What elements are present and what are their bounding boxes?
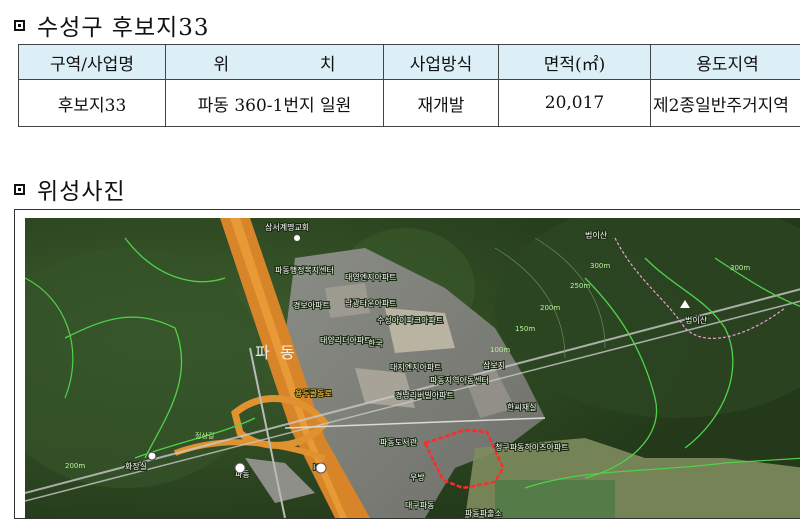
section-title-photo: 위성사진	[14, 172, 126, 206]
label-contour-150: 150m	[515, 325, 535, 333]
table-header-row: 구역/사업명 위 치 사업방식 면적(㎡) 용도지역	[19, 45, 800, 80]
cell-area: 20,017	[499, 80, 651, 127]
label-samboji: 삼보지	[483, 360, 505, 370]
cell-method: 재개발	[384, 80, 499, 127]
photo-title-text: 위성사진	[37, 172, 126, 206]
label-apt-gyeongbo: 경보아파트	[293, 300, 330, 310]
label-contour-200b: 200m	[65, 462, 85, 470]
label-apt-daegu: 대구파동	[405, 501, 434, 510]
satellite-photo-frame: 삼서계명교회 파동행정복지센터 태영엔지아파트 경보아파트 남광타운아파트 수성…	[14, 209, 800, 519]
label-church: 삼서계명교회	[265, 222, 309, 232]
label-apt-namgwang: 남광타운아파트	[345, 298, 397, 308]
label-contour-300: 300m	[590, 262, 610, 270]
label-jeongsangil: 정상길	[195, 431, 214, 440]
label-apt-taeyeong: 태영엔지아파트	[345, 272, 397, 282]
header-area: 면적(㎡)	[499, 45, 651, 80]
satellite-photo: 삼서계명교회 파동행정복지센터 태영엔지아파트 경보아파트 남광타운아파트 수성…	[25, 218, 800, 518]
section-title-info: 수성구 후보지33	[14, 8, 210, 42]
label-hansijesil: 한씨재실	[507, 402, 536, 412]
project-info-table: 구역/사업명 위 치 사업방식 면적(㎡) 용도지역 후보지33 파동 360-…	[18, 44, 800, 127]
label-apt-taeyang: 태양리더아파트	[320, 335, 372, 345]
interchange-marker-icon	[235, 463, 245, 473]
label-hwajangsil: 화장실	[125, 461, 147, 471]
square-bullet-icon	[14, 184, 25, 195]
header-zoning: 용도지역	[651, 45, 800, 80]
header-location: 위 치	[166, 45, 384, 80]
satellite-map: 삼서계명교회 파동행정복지센터 태영엔지아파트 경보아파트 남광타운아파트 수성…	[25, 218, 800, 518]
label-pa-dong-office: 파동지역아동센터	[430, 375, 489, 385]
label-apt-woobang: 우방	[410, 472, 425, 482]
label-apt-cheonggu: 청구파동하이츠아파트	[495, 442, 569, 452]
label-beobisan-bottom: 법이산	[685, 315, 708, 325]
label-pa-big: 파	[255, 343, 270, 362]
header-district: 구역/사업명	[19, 45, 166, 80]
label-pa-dong-center: 파동행정복지센터	[275, 265, 334, 275]
label-beobisan-top: 법이산	[585, 230, 608, 240]
label-contour-200: 200m	[540, 304, 560, 312]
restroom-marker-icon	[148, 452, 156, 460]
church-marker-icon	[294, 235, 300, 241]
label-library: 파동도서관	[380, 437, 417, 447]
apartment-block	[385, 308, 455, 353]
square-bullet-icon	[14, 20, 25, 31]
label-contour-300b: 300m	[730, 264, 750, 272]
table-row: 후보지33 파동 360-1번지 일원 재개발 20,017 제2종일반주거지역	[19, 80, 800, 127]
header-method: 사업방식	[384, 45, 499, 80]
label-dong-big: 동	[280, 343, 295, 362]
cell-zoning: 제2종일반주거지역	[651, 80, 800, 127]
cell-location: 파동 360-1번지 일원	[166, 80, 384, 127]
label-apt-gyeongnam: 경남리버빌아파트	[395, 390, 454, 400]
cell-district: 후보지33	[19, 80, 166, 127]
info-title-text: 수성구 후보지33	[37, 8, 210, 42]
label-apt-susung: 수성아이파크아파트	[377, 315, 443, 325]
label-contour-100: 100m	[490, 346, 510, 354]
label-contour-250: 250m	[570, 282, 590, 290]
label-apt-hanguk: 한국	[368, 339, 383, 348]
ic-marker-icon	[316, 463, 326, 473]
label-apt-daeji: 대지엔지아파트	[390, 362, 442, 372]
label-road-name: 용두골동로	[295, 389, 332, 398]
